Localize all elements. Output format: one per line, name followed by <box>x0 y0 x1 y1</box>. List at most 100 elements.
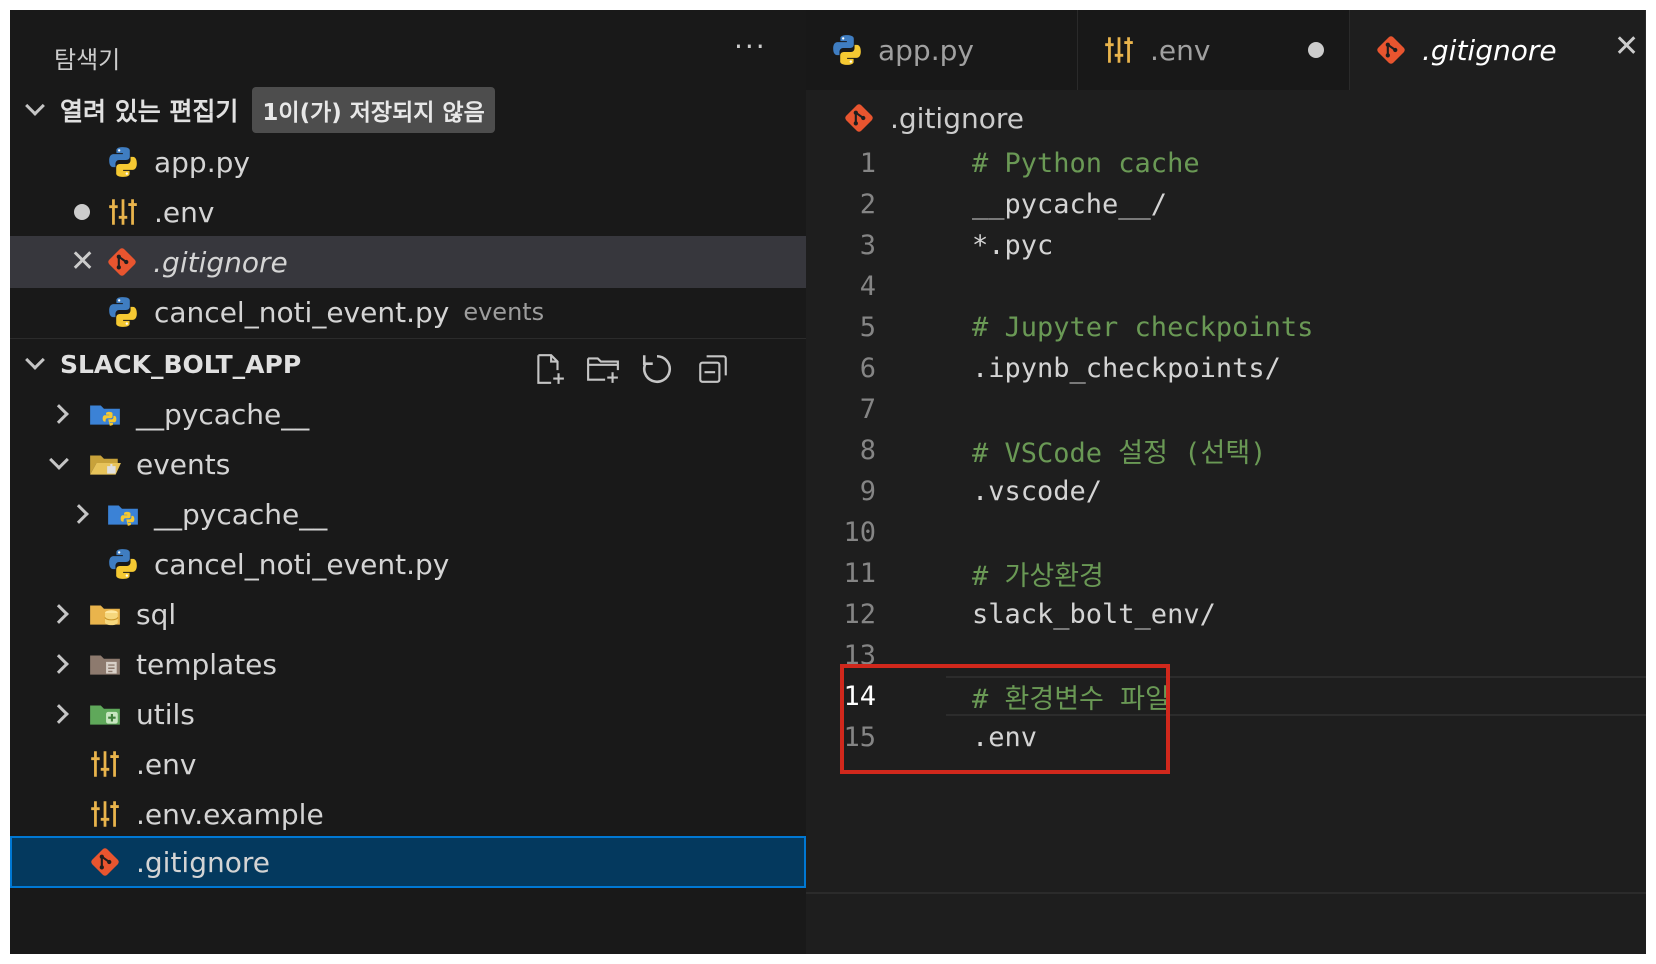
tree-item-label: cancel_noti_event.py <box>154 547 450 581</box>
line-number: 10 <box>843 516 876 548</box>
chevron-right-icon <box>49 404 69 424</box>
line-text: .ipynb_checkpoints/ <box>972 352 1281 384</box>
chevron-down-icon <box>25 96 45 116</box>
settings-sliders-icon <box>88 797 122 831</box>
line-text: *.pyc <box>972 229 1054 261</box>
python-icon <box>106 547 140 581</box>
annotation-highlight-box <box>840 664 1170 774</box>
chevron-right-icon <box>49 604 69 624</box>
tab-gitignore[interactable]: .gitignore ✕ <box>1350 10 1646 90</box>
tab-bar: app.py .env .gitignore ✕ <box>806 10 1646 90</box>
chevron-down-icon <box>25 350 45 370</box>
collapse-all-icon[interactable] <box>696 352 730 386</box>
open-editors-header[interactable]: 열려 있는 편집기 1이(가) 저장되지 않음 <box>10 84 806 136</box>
open-editors-title: 열려 있는 편집기 <box>60 97 239 126</box>
tree-item-sql[interactable]: sql <box>10 588 806 640</box>
tree-item-label: .env.example <box>136 797 324 831</box>
tab-label: app.py <box>878 33 974 67</box>
line-text: # Jupyter checkpoints <box>972 311 1314 343</box>
project-header[interactable]: SLACK_BOLT_APP <box>10 338 806 390</box>
unsaved-dot-icon[interactable] <box>1308 42 1324 58</box>
tree-item-events-pycache[interactable]: __pycache__ <box>10 488 806 540</box>
tab-label: .gitignore <box>1422 33 1557 67</box>
tree-item-label: events <box>136 447 231 481</box>
settings-sliders-icon <box>88 747 122 781</box>
open-editor-item-cancel-noti[interactable]: cancel_noti_event.py events <box>10 286 806 338</box>
tree-item-gitignore[interactable]: .gitignore <box>10 836 806 888</box>
open-editor-item-app-py[interactable]: app.py <box>10 136 806 188</box>
tree-item-label: __pycache__ <box>136 397 310 431</box>
open-editor-label: app.py <box>154 145 250 179</box>
vscode-window: 탐색기 ··· 열려 있는 편집기 1이(가) 저장되지 않음 app.py .… <box>10 10 1646 954</box>
tree-item-label: utils <box>136 697 195 731</box>
code-line[interactable]: 11 # 가상환경 <box>806 552 1646 594</box>
tab-app-py[interactable]: app.py <box>806 10 1078 90</box>
code-line[interactable]: 9 .vscode/ <box>806 470 1646 512</box>
new-folder-icon[interactable] <box>586 352 620 386</box>
python-icon <box>830 33 864 67</box>
git-icon <box>105 245 139 279</box>
tree-item-env-example[interactable]: .env.example <box>10 788 806 840</box>
tree-item-events[interactable]: events <box>10 438 806 490</box>
line-number: 5 <box>859 311 876 343</box>
project-title: SLACK_BOLT_APP <box>60 349 302 379</box>
code-line[interactable]: 1 # Python cache <box>806 142 1646 184</box>
line-number: 6 <box>859 352 876 384</box>
line-number: 7 <box>859 393 876 425</box>
line-number: 4 <box>859 270 876 302</box>
tree-item-env[interactable]: .env <box>10 738 806 790</box>
code-line[interactable]: 7 <box>806 388 1646 430</box>
unsaved-badge: 1이(가) 저장되지 않음 <box>252 87 495 133</box>
line-number: 8 <box>859 434 876 466</box>
open-editor-label: .gitignore <box>153 245 288 279</box>
line-number: 11 <box>843 557 876 589</box>
python-icon <box>106 145 140 179</box>
utils-folder-icon <box>88 697 122 731</box>
code-line[interactable]: 5 # Jupyter checkpoints <box>806 306 1646 348</box>
line-number: 1 <box>859 147 876 179</box>
line-number: 12 <box>843 598 876 630</box>
open-editor-label: .env <box>154 195 215 229</box>
tree-item-label: .gitignore <box>136 845 270 879</box>
tree-item-pycache[interactable]: __pycache__ <box>10 388 806 440</box>
code-line[interactable]: 12 slack_bolt_env/ <box>806 593 1646 635</box>
settings-sliders-icon <box>106 195 140 229</box>
chevron-right-icon <box>69 504 89 524</box>
line-text: slack_bolt_env/ <box>972 598 1216 630</box>
new-file-icon[interactable] <box>532 352 566 386</box>
open-editor-label: cancel_noti_event.py <box>154 295 450 329</box>
line-text: .vscode/ <box>972 475 1103 507</box>
code-line[interactable]: 3 *.pyc <box>806 224 1646 266</box>
tree-item-cancel-noti[interactable]: cancel_noti_event.py <box>10 538 806 590</box>
tree-item-templates[interactable]: templates <box>10 638 806 690</box>
tree-item-label: templates <box>136 647 277 681</box>
unsaved-dot-icon <box>74 204 90 220</box>
settings-sliders-icon <box>1102 33 1136 67</box>
explorer-title: 탐색기 <box>54 46 121 74</box>
code-line[interactable]: 2 __pycache__/ <box>806 183 1646 225</box>
line-text: # VSCode 설정 (선택) <box>972 437 1267 469</box>
open-editor-item-env[interactable]: .env <box>10 186 806 238</box>
tab-label: .env <box>1150 33 1211 67</box>
code-line[interactable]: 8 # VSCode 설정 (선택) <box>806 429 1646 471</box>
chevron-right-icon <box>49 704 69 724</box>
refresh-icon[interactable] <box>640 352 674 386</box>
close-icon[interactable]: ✕ <box>70 247 95 277</box>
tab-env[interactable]: .env <box>1078 10 1350 90</box>
breadcrumb[interactable]: .gitignore <box>842 96 1024 140</box>
tree-item-label: sql <box>136 597 177 631</box>
close-icon[interactable]: ✕ <box>1614 32 1639 62</box>
more-actions-icon[interactable]: ··· <box>734 30 767 63</box>
line-text: # Python cache <box>972 147 1200 179</box>
line-number: 2 <box>859 188 876 220</box>
chevron-down-icon <box>49 450 69 470</box>
line-text: # 가상환경 <box>972 560 1104 592</box>
folder-open-icon <box>88 447 122 481</box>
code-line[interactable]: 10 <box>806 511 1646 553</box>
tree-item-utils[interactable]: utils <box>10 688 806 740</box>
code-line[interactable]: 4 <box>806 265 1646 307</box>
breadcrumb-file: .gitignore <box>890 101 1024 135</box>
open-editor-item-gitignore[interactable]: ✕ .gitignore <box>10 236 806 288</box>
tree-item-label: .env <box>136 747 197 781</box>
code-line[interactable]: 6 .ipynb_checkpoints/ <box>806 347 1646 389</box>
